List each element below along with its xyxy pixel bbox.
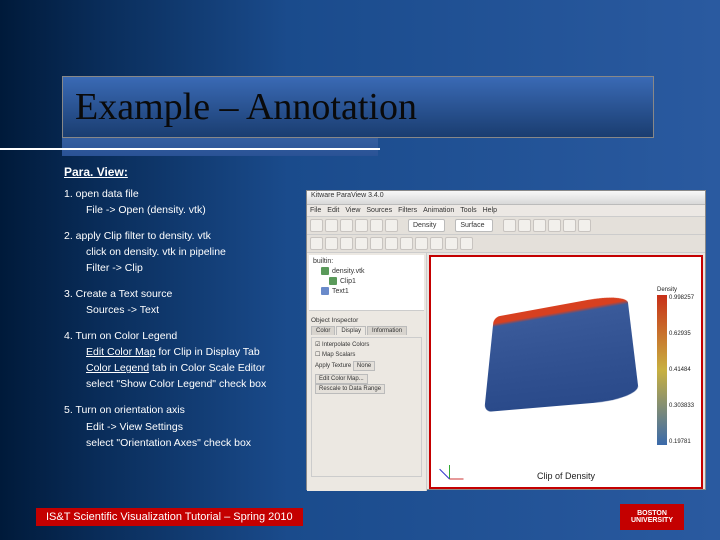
left-panel: builtin: density.vtk Clip1 Text1 Object … [307, 253, 427, 491]
tab-information[interactable]: Information [367, 326, 407, 335]
color-legend: Density 0.998257 0.62935 0.41484 0.30383… [657, 287, 697, 457]
menu-help[interactable]: Help [483, 207, 497, 214]
row-apply-texture: Apply Texture None [315, 361, 418, 371]
repr-select[interactable]: Surface [455, 219, 493, 232]
object-inspector: Object Inspector Color Display Informati… [309, 315, 424, 489]
axis-x-icon[interactable] [503, 219, 516, 232]
inspector-body: ☑ Interpolate Colors ☐ Map Scalars Apply… [311, 337, 422, 477]
menu-bar: File Edit View Sources Filters Animation… [307, 205, 705, 217]
visualization [481, 287, 641, 427]
legend-tick-2: 0.41484 [669, 367, 694, 373]
pipeline-browser: builtin: density.vtk Clip1 Text1 [309, 255, 424, 311]
warp-icon[interactable] [430, 237, 443, 250]
row-map-scalars: ☐ Map Scalars [315, 351, 418, 358]
paraview-screenshot: Kitware ParaView 3.4.0 File Edit View So… [306, 190, 706, 490]
redo-icon[interactable] [370, 219, 383, 232]
view-caption: Clip of Density [431, 471, 701, 481]
slice-icon[interactable] [370, 237, 383, 250]
clip-icon[interactable] [355, 237, 368, 250]
edit-color-map-button[interactable]: Edit Color Map... [315, 374, 368, 384]
footer-text: IS&T Scientific Visualization Tutorial –… [36, 508, 303, 526]
inspector-tabs: Color Display Information [311, 326, 422, 335]
axis-z-icon[interactable] [533, 219, 546, 232]
slide-title-box: Example – Annotation [62, 76, 654, 138]
undo-icon[interactable] [355, 219, 368, 232]
group-icon[interactable] [445, 237, 458, 250]
legend-tick-3: 0.303833 [669, 403, 694, 409]
axis-y-icon[interactable] [518, 219, 531, 232]
rotate-icon[interactable] [578, 219, 591, 232]
threshold-icon[interactable] [385, 237, 398, 250]
step-4b-underline: Color Legend [86, 362, 149, 374]
section-heading: Para. View: [64, 166, 384, 180]
pipeline-item-density[interactable]: density.vtk [311, 266, 422, 276]
menu-animation[interactable]: Animation [423, 207, 454, 214]
eye-icon[interactable] [321, 287, 329, 295]
app-body: builtin: density.vtk Clip1 Text1 Object … [307, 253, 705, 491]
menu-file[interactable]: File [310, 207, 321, 214]
menu-view[interactable]: View [345, 207, 360, 214]
calculator-icon[interactable] [325, 237, 338, 250]
save-icon[interactable] [325, 219, 338, 232]
bu-logo: BOSTON UNIVERSITY [620, 504, 684, 530]
legend-tick-4: 0.19781 [669, 439, 694, 445]
density-surface [484, 293, 640, 412]
reset-camera-icon[interactable] [548, 219, 561, 232]
open-icon[interactable] [310, 219, 323, 232]
legend-ticks: 0.998257 0.62935 0.41484 0.303833 0.1978… [669, 295, 694, 445]
scalar-select[interactable]: Density [408, 219, 445, 232]
step-4b-rest: tab in Color Scale Editor [149, 362, 265, 374]
window-title: Kitware ParaView 3.4.0 [307, 191, 705, 205]
zoom-icon[interactable] [563, 219, 576, 232]
row-interpolate: ☑ Interpolate Colors [315, 341, 418, 348]
step-4a-underline: Edit Color Map [86, 346, 155, 358]
connect-icon[interactable] [340, 219, 353, 232]
inspector-title: Object Inspector [311, 317, 422, 324]
toolbar-1: Density Surface [307, 217, 705, 235]
texture-select[interactable]: None [353, 361, 375, 371]
pipeline-item-text[interactable]: Text1 [311, 286, 422, 296]
pipeline-root[interactable]: builtin: [311, 257, 422, 266]
step-4a-rest: for Clip in Display Tab [155, 346, 259, 358]
extract-icon[interactable] [460, 237, 473, 250]
legend-title: Density [657, 287, 697, 293]
menu-filters[interactable]: Filters [398, 207, 417, 214]
contour-icon[interactable] [340, 237, 353, 250]
row-buttons: Edit Color Map... Rescale to Data Range [315, 374, 418, 394]
glyph-icon[interactable] [400, 237, 413, 250]
slide-title: Example – Annotation [75, 85, 417, 129]
rescale-button[interactable]: Rescale to Data Range [315, 384, 385, 394]
menu-tools[interactable]: Tools [460, 207, 476, 214]
title-gap [62, 138, 378, 156]
tab-color[interactable]: Color [311, 326, 335, 335]
menu-sources[interactable]: Sources [366, 207, 392, 214]
tab-display[interactable]: Display [336, 326, 366, 335]
menu-edit[interactable]: Edit [327, 207, 339, 214]
title-rule [0, 148, 380, 150]
pipeline-item-clip[interactable]: Clip1 [311, 276, 422, 286]
legend-tick-0: 0.998257 [669, 295, 694, 301]
filter-icon[interactable] [310, 237, 323, 250]
legend-tick-1: 0.62935 [669, 331, 694, 337]
stream-icon[interactable] [415, 237, 428, 250]
help-icon[interactable] [385, 219, 398, 232]
toolbar-2 [307, 235, 705, 253]
eye-icon[interactable] [329, 277, 337, 285]
eye-icon[interactable] [321, 267, 329, 275]
legend-bar [657, 295, 667, 445]
render-view[interactable]: Clip of Density Density 0.998257 0.62935… [429, 255, 703, 489]
